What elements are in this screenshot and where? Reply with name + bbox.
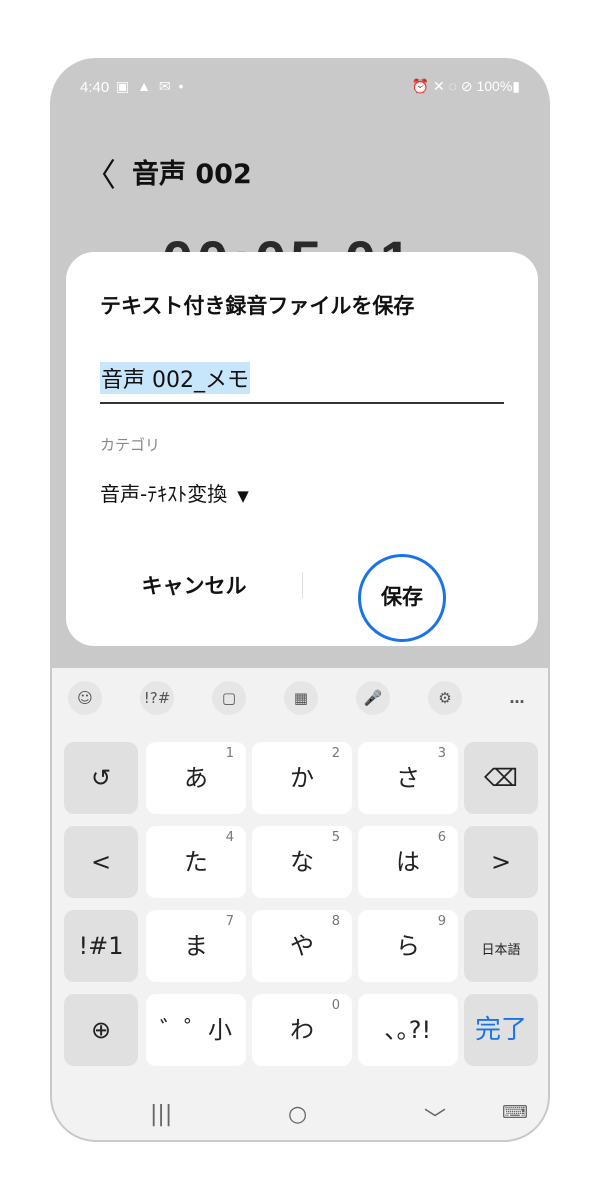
key-0-2[interactable]: か2 bbox=[252, 742, 352, 814]
clipboard-icon[interactable]: ▢ bbox=[212, 681, 246, 715]
key-label: た bbox=[184, 848, 208, 876]
dialog-title: テキスト付き録音ファイルを保存 bbox=[100, 294, 415, 318]
category-label: カテゴリ bbox=[100, 436, 161, 454]
key-3-4[interactable]: 完了 bbox=[464, 994, 538, 1066]
keyboard: ☺ !?# ▢ ▦ 🎤 ⚙… ↺ あ 1 か 2 さ 3 ⌫ < た 4 な 5 は 6 > !#1 ま 7 や 8 ら 9 日本語 ⊕ ゛… bbox=[52, 668, 548, 1140]
key-number: 8 bbox=[331, 914, 340, 929]
key-0-4[interactable]: ⌫ bbox=[464, 742, 538, 814]
back-nav-icon[interactable]: ﹀ bbox=[424, 1102, 446, 1134]
filename-field[interactable]: 音声 002_メモ bbox=[100, 360, 504, 404]
key-3-1[interactable]: ゛゜小 bbox=[146, 994, 246, 1066]
page-title: 音声 002 bbox=[132, 159, 252, 190]
system-status-icons: ⏰ ✕ ◌ ⊘ 100%▮ bbox=[411, 78, 520, 94]
key-2-0[interactable]: !#1 bbox=[64, 910, 138, 982]
key-1-4[interactable]: > bbox=[464, 826, 538, 898]
key-0-1[interactable]: あ1 bbox=[146, 742, 246, 814]
key-number: 5 bbox=[331, 830, 340, 845]
emoji-icon[interactable]: ☺ bbox=[68, 681, 102, 715]
key-1-2[interactable]: な5 bbox=[252, 826, 352, 898]
key-number: 1 bbox=[225, 746, 234, 761]
status-bar: 4:40 ▣ ▲ ✉ • ⏰ ✕ ◌ ⊘ 100%▮ bbox=[52, 60, 548, 116]
phone-screen: 4:40 ▣ ▲ ✉ • ⏰ ✕ ◌ ⊘ 100%▮ 〈 音声 002 00:0… bbox=[50, 58, 550, 1142]
key-label: 日本語 bbox=[481, 943, 521, 958]
key-label: ↺ bbox=[90, 764, 112, 792]
key-label: !#1 bbox=[78, 932, 124, 960]
key-0-0[interactable]: ↺ bbox=[64, 742, 138, 814]
key-3-0[interactable]: ⊕ bbox=[64, 994, 138, 1066]
key-2-4[interactable]: 日本語 bbox=[464, 910, 538, 982]
category-value: 音声-ﾃｷｽﾄ変換 bbox=[100, 482, 228, 506]
filename-value: 音声 002_メモ bbox=[100, 362, 250, 394]
recent-apps-icon[interactable]: ||| bbox=[150, 1102, 172, 1127]
key-label: さ bbox=[396, 764, 420, 792]
key-label: あ bbox=[184, 764, 208, 792]
key-2-3[interactable]: ら9 bbox=[358, 910, 458, 982]
home-icon[interactable]: ○ bbox=[288, 1102, 307, 1127]
key-number: 3 bbox=[437, 746, 446, 761]
key-label: か bbox=[290, 764, 314, 792]
settings-icon[interactable]: ⚙ bbox=[428, 681, 462, 715]
key-label: < bbox=[90, 848, 112, 876]
status-time: 4:40 bbox=[80, 79, 110, 96]
key-label: な bbox=[290, 848, 314, 876]
button-divider bbox=[302, 572, 303, 598]
notification-icons: ▣ ▲ ✉ • bbox=[116, 78, 186, 94]
navigation-bar: ||| ○ ﹀ ⌨ bbox=[52, 1088, 548, 1140]
key-label: は bbox=[396, 848, 420, 876]
key-number: 4 bbox=[225, 830, 234, 845]
key-label: ゛゜小 bbox=[160, 1016, 232, 1044]
key-1-0[interactable]: < bbox=[64, 826, 138, 898]
save-dialog: テキスト付き録音ファイルを保存 音声 002_メモ カテゴリ 音声-ﾃｷｽﾄ変換… bbox=[66, 252, 538, 646]
keyboard-toolbar: ☺ !?# ▢ ▦ 🎤 ⚙ … bbox=[52, 668, 548, 728]
key-label: ら bbox=[396, 932, 420, 960]
key-0-3[interactable]: さ3 bbox=[358, 742, 458, 814]
keypad-icon[interactable]: ▦ bbox=[284, 681, 318, 715]
dropdown-arrow-icon: ▼ bbox=[237, 487, 249, 505]
save-button[interactable]: 保存 bbox=[358, 554, 446, 642]
key-number: 2 bbox=[331, 746, 340, 761]
key-number: 0 bbox=[331, 998, 340, 1013]
key-number: 9 bbox=[437, 914, 446, 929]
key-1-1[interactable]: た4 bbox=[146, 826, 246, 898]
key-label: ⊕ bbox=[90, 1016, 112, 1044]
key-label: わ bbox=[290, 1016, 314, 1044]
key-number: 6 bbox=[437, 830, 446, 845]
symbols-icon[interactable]: !?# bbox=[140, 681, 174, 715]
key-2-2[interactable]: や8 bbox=[252, 910, 352, 982]
mic-icon[interactable]: 🎤 bbox=[356, 681, 390, 715]
keyboard-switch-icon[interactable]: ⌨ bbox=[502, 1102, 528, 1123]
category-dropdown[interactable]: 音声-ﾃｷｽﾄ変換 ▼ bbox=[100, 478, 249, 507]
key-label: ま bbox=[184, 932, 208, 960]
key-label: ､｡?! bbox=[384, 1016, 432, 1044]
key-label: > bbox=[490, 848, 512, 876]
key-3-2[interactable]: わ0 bbox=[252, 994, 352, 1066]
key-label: ⌫ bbox=[484, 764, 518, 792]
key-2-1[interactable]: ま7 bbox=[146, 910, 246, 982]
app-bar: 〈 音声 002 bbox=[52, 140, 548, 200]
more-icon[interactable]: … bbox=[500, 681, 534, 715]
key-label: 完了 bbox=[474, 1015, 527, 1045]
key-1-3[interactable]: は6 bbox=[358, 826, 458, 898]
key-3-3[interactable]: ､｡?! bbox=[358, 994, 458, 1066]
key-number: 7 bbox=[225, 914, 234, 929]
key-label: や bbox=[290, 932, 314, 960]
cancel-button[interactable]: キャンセル bbox=[114, 566, 274, 606]
back-icon[interactable]: 〈 bbox=[84, 150, 116, 196]
